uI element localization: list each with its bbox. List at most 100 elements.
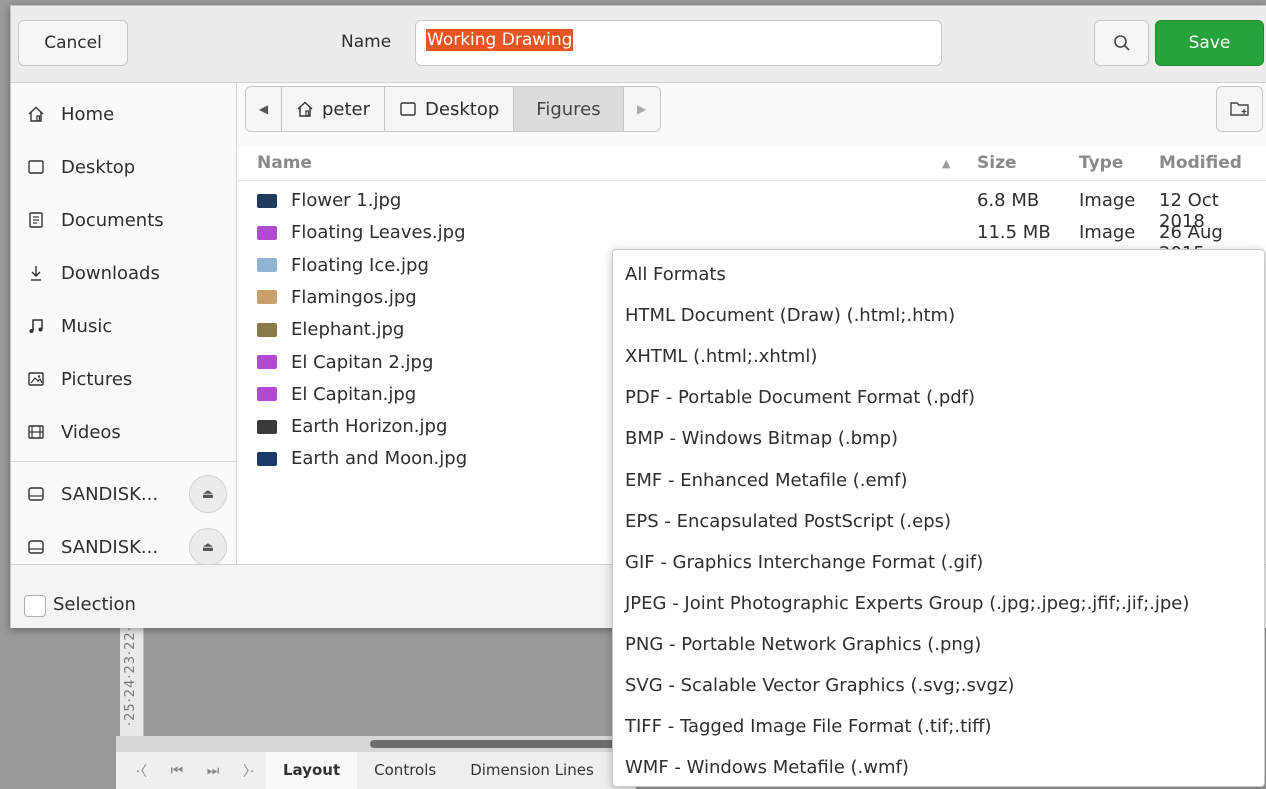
file-name-cell: Elephant.jpg bbox=[257, 319, 404, 340]
format-menu-item[interactable]: SVG - Scalable Vector Graphics (.svg;.sv… bbox=[625, 675, 1014, 705]
search-button[interactable] bbox=[1094, 20, 1149, 66]
sidebar-item-label: SANDISK... bbox=[61, 483, 159, 505]
desktop-icon bbox=[25, 156, 47, 178]
skip-back-icon[interactable]: ⏮ bbox=[171, 763, 184, 779]
format-menu-item[interactable]: BMP - Windows Bitmap (.bmp) bbox=[625, 428, 898, 458]
column-header-type[interactable]: Type bbox=[1079, 146, 1123, 180]
selection-checkbox[interactable] bbox=[24, 595, 46, 617]
path-segment-home[interactable]: peter bbox=[282, 87, 386, 131]
file-name: Earth and Moon.jpg bbox=[291, 448, 468, 470]
file-name-cell: El Capitan 2.jpg bbox=[257, 352, 433, 373]
image-thumbnail-icon bbox=[257, 290, 277, 305]
sidebar-item-drive-1[interactable]: SANDISK... ⏏ bbox=[11, 468, 237, 520]
column-header-label: Name bbox=[257, 153, 312, 173]
image-thumbnail-icon bbox=[257, 355, 277, 369]
home-icon bbox=[296, 100, 314, 118]
format-menu-item[interactable]: EPS - Encapsulated PostScript (.eps) bbox=[625, 511, 951, 541]
sidebar-item-documents[interactable]: Documents bbox=[11, 194, 237, 246]
format-menu-item[interactable]: HTML Document (Draw) (.html;.htm) bbox=[625, 305, 955, 335]
file-name-cell: Floating Ice.jpg bbox=[257, 255, 429, 276]
tab-dimension-lines[interactable]: Dimension Lines bbox=[453, 752, 611, 789]
format-menu-item[interactable]: XHTML (.html;.xhtml) bbox=[625, 346, 817, 376]
column-header-size[interactable]: Size bbox=[977, 146, 1017, 180]
sidebar-item-videos[interactable]: Videos bbox=[11, 406, 237, 458]
skip-forward-icon[interactable]: ⏭ bbox=[207, 763, 220, 779]
selection-label: Selection bbox=[53, 594, 136, 615]
format-menu-item[interactable]: PNG - Portable Network Graphics (.png) bbox=[625, 634, 981, 664]
file-name-cell: Earth and Moon.jpg bbox=[257, 448, 467, 469]
format-menu-item[interactable]: PDF - Portable Document Format (.pdf) bbox=[625, 387, 975, 417]
file-name: El Capitan.jpg bbox=[291, 383, 417, 405]
home-icon bbox=[25, 103, 47, 125]
sidebar-item-label: Downloads bbox=[61, 262, 160, 284]
search-icon bbox=[1113, 35, 1130, 51]
header-divider bbox=[237, 180, 1266, 181]
file-name-cell: Earth Horizon.jpg bbox=[257, 416, 447, 437]
path-segment-figures[interactable]: Figures bbox=[514, 87, 624, 131]
path-back-button[interactable]: ◀ bbox=[246, 87, 282, 131]
file-type: Image bbox=[1079, 190, 1136, 211]
format-menu-item[interactable]: EMF - Enhanced Metafile (.emf) bbox=[625, 470, 907, 500]
videos-icon bbox=[25, 421, 47, 443]
sidebar-item-downloads[interactable]: Downloads bbox=[11, 247, 237, 299]
file-name: El Capitan 2.jpg bbox=[291, 351, 434, 373]
eject-icon[interactable]: ⏏ bbox=[189, 528, 227, 566]
path-segment-desktop[interactable]: Desktop bbox=[385, 87, 515, 131]
filename-input[interactable]: Working Drawing bbox=[415, 20, 942, 66]
file-name-cell: Flower 1.jpg bbox=[257, 190, 401, 211]
sidebar-item-label: Desktop bbox=[61, 156, 136, 178]
image-thumbnail-icon bbox=[257, 419, 277, 434]
documents-icon bbox=[25, 209, 47, 231]
file-name: Floating Leaves.jpg bbox=[291, 222, 466, 244]
format-menu-item[interactable]: All Formats bbox=[625, 264, 726, 294]
first-tab-arrow-icon[interactable]: ·〈 bbox=[136, 761, 147, 781]
tab-layout[interactable]: Layout bbox=[266, 752, 358, 789]
sidebar-item-label: Music bbox=[61, 315, 113, 337]
sidebar-item-label: Home bbox=[61, 103, 115, 125]
file-name: Flamingos.jpg bbox=[291, 286, 417, 308]
drive-icon bbox=[25, 483, 47, 505]
sidebar-item-label: Documents bbox=[61, 209, 164, 231]
file-name-cell: Flamingos.jpg bbox=[257, 287, 417, 308]
sort-ascending-icon: ▲ bbox=[942, 156, 951, 170]
image-thumbnail-icon bbox=[257, 322, 277, 337]
eject-icon[interactable]: ⏏ bbox=[189, 475, 227, 513]
image-thumbnail-icon bbox=[257, 193, 277, 208]
new-folder-icon bbox=[1229, 102, 1249, 116]
table-row[interactable]: Floating Leaves.jpg11.5 MBImage26 Aug 20… bbox=[237, 218, 1266, 264]
file-name: Earth Horizon.jpg bbox=[291, 416, 448, 438]
sidebar-item-home[interactable]: Home bbox=[11, 88, 237, 140]
sidebar-item-pictures[interactable]: Pictures bbox=[11, 353, 237, 405]
column-header-modified[interactable]: Modified bbox=[1159, 146, 1242, 180]
format-menu-item[interactable]: TIFF - Tagged Image File Format (.tif;.t… bbox=[625, 716, 992, 746]
sidebar-item-label: Pictures bbox=[61, 368, 133, 390]
desktop-icon bbox=[399, 100, 417, 118]
path-forward-button[interactable]: ▶ bbox=[624, 87, 660, 131]
format-menu-item[interactable]: WMF - Windows Metafile (.wmf) bbox=[625, 757, 909, 787]
tab-controls[interactable]: Controls bbox=[357, 752, 453, 789]
sidebar-item-music[interactable]: Music bbox=[11, 300, 237, 352]
image-thumbnail-icon bbox=[257, 387, 277, 402]
tab-navigation: ·〈 ⏮ ⏭ 〉· bbox=[116, 761, 266, 781]
format-menu-item[interactable]: GIF - Graphics Interchange Format (.gif) bbox=[625, 552, 983, 582]
path-segment-label: peter bbox=[322, 98, 371, 120]
save-button[interactable]: Save bbox=[1155, 20, 1264, 66]
file-name: Floating Ice.jpg bbox=[291, 254, 429, 276]
file-format-dropdown: All Formats HTML Document (Draw) (.html;.… bbox=[612, 249, 1265, 787]
image-thumbnail-icon bbox=[257, 451, 277, 466]
cancel-button[interactable]: Cancel bbox=[18, 20, 128, 66]
format-menu-item[interactable]: JPEG - Joint Photographic Experts Group … bbox=[625, 593, 1189, 623]
image-thumbnail-icon bbox=[257, 225, 277, 240]
file-name: Elephant.jpg bbox=[291, 319, 405, 341]
column-header-name[interactable]: Name ▲ bbox=[257, 146, 957, 180]
sidebar-item-desktop[interactable]: Desktop bbox=[11, 141, 237, 193]
scrollbar-thumb[interactable] bbox=[370, 740, 615, 748]
sidebar-item-label: Videos bbox=[61, 421, 121, 443]
path-segment-label: Desktop bbox=[425, 98, 500, 120]
image-thumbnail-icon bbox=[257, 258, 277, 273]
last-tab-arrow-icon[interactable]: 〉· bbox=[243, 761, 254, 781]
ruler-numbers: ·25·24·23·22·21 bbox=[123, 607, 138, 726]
new-folder-button[interactable] bbox=[1216, 86, 1263, 132]
table-row[interactable]: Flower 1.jpg 6.8 MB Image 12 Oct 2018 bbox=[237, 186, 1266, 232]
file-name: Flower 1.jpg bbox=[291, 190, 402, 211]
